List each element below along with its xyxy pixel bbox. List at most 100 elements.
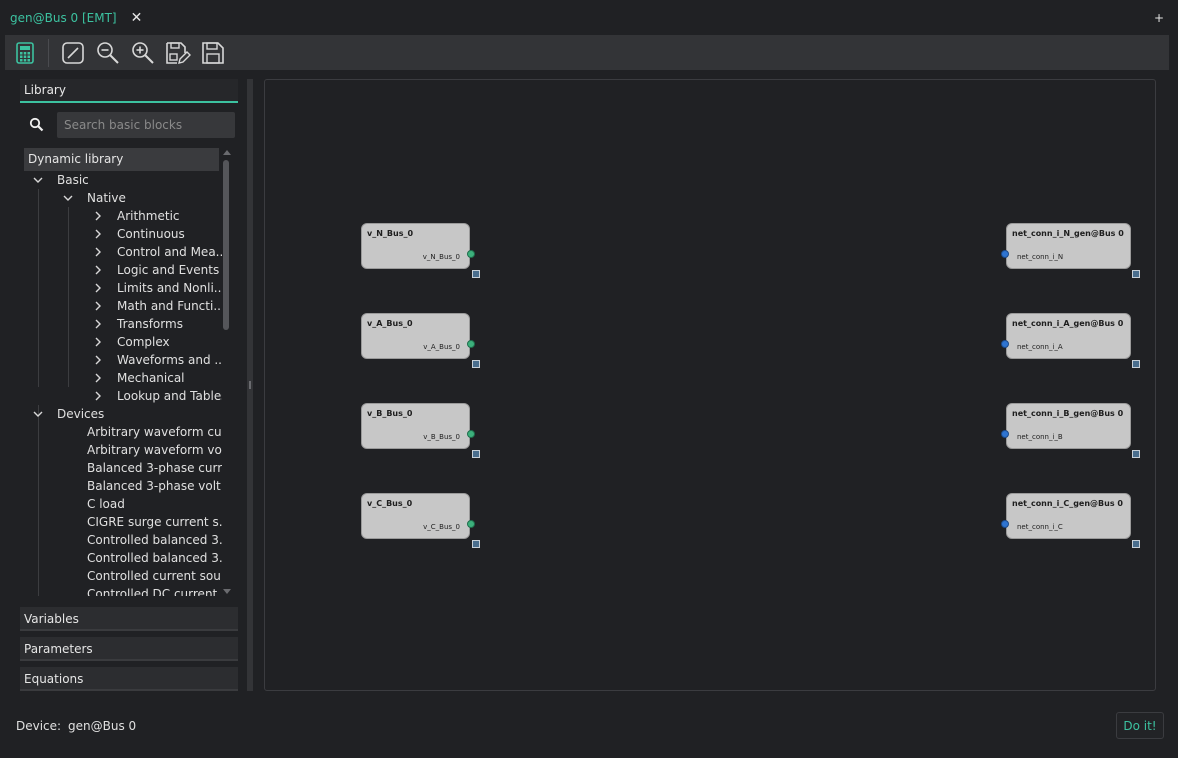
chevron-right-icon[interactable] — [92, 225, 104, 243]
tree-item-devices[interactable]: Devices — [24, 405, 222, 423]
chevron-right-icon[interactable] — [92, 297, 104, 315]
device-item[interactable]: CIGRE surge current s... — [24, 513, 222, 531]
chevron-right-icon[interactable] — [92, 369, 104, 387]
chevron-right-icon[interactable] — [92, 243, 104, 261]
tree-item-waveforms[interactable]: Waveforms and ... — [24, 351, 222, 369]
device-item[interactable]: Controlled current sou... — [24, 567, 222, 585]
tree-item-label: Basic — [57, 173, 89, 187]
block-v-b-bus-0[interactable]: v_B_Bus_0 v_B_Bus_0 — [361, 403, 480, 458]
tree-item-math-and-functions[interactable]: Math and Functi... — [24, 297, 222, 315]
add-tab-icon[interactable]: + — [1154, 11, 1164, 25]
tab-gen-bus-0[interactable]: gen@Bus 0 [EMT] ✕ — [0, 0, 152, 35]
library-header[interactable]: Library — [20, 79, 238, 103]
chevron-right-icon[interactable] — [92, 387, 104, 405]
parameters-section[interactable]: Parameters — [20, 637, 238, 661]
block-handle[interactable] — [1132, 540, 1140, 548]
block-net-conn-i-b[interactable]: net_conn_i_B_gen@Bus 0 net_conn_i_B — [1001, 403, 1140, 458]
chevron-right-icon[interactable] — [92, 351, 104, 369]
output-port[interactable] — [467, 430, 475, 438]
block-handle[interactable] — [472, 270, 480, 278]
output-port[interactable] — [467, 340, 475, 348]
device-item[interactable]: Balanced 3-phase curr... — [24, 459, 222, 477]
block-handle[interactable] — [1132, 360, 1140, 368]
scroll-up-icon[interactable] — [222, 148, 231, 157]
device-item-label: Controlled DC current ... — [87, 587, 222, 596]
chevron-right-icon[interactable] — [92, 207, 104, 225]
device-item[interactable]: Balanced 3-phase volt... — [24, 477, 222, 495]
tree-item-mechanical[interactable]: Mechanical — [24, 369, 222, 387]
toolbar-separator — [48, 38, 49, 67]
save-edit-icon[interactable] — [164, 39, 192, 67]
device-item[interactable]: Arbitrary waveform cu... — [24, 423, 222, 441]
edit-diagram-icon[interactable] — [59, 39, 87, 67]
tree-item-label: Mechanical — [117, 371, 185, 385]
device-item[interactable]: Arbitrary waveform vo... — [24, 441, 222, 459]
block-net-conn-i-a[interactable]: net_conn_i_A_gen@Bus 0 net_conn_i_A — [1001, 313, 1140, 368]
block-port-label: net_conn_i_B — [1017, 433, 1063, 441]
tab-close-icon[interactable]: ✕ — [131, 10, 143, 26]
diagram-canvas[interactable]: v_N_Bus_0 v_N_Bus_0 v_A_Bus_0 v_A_Bus_0 … — [264, 79, 1156, 691]
calculator-icon[interactable] — [11, 39, 39, 67]
chevron-down-icon[interactable] — [32, 405, 44, 423]
chevron-down-icon[interactable] — [62, 189, 74, 207]
input-port[interactable] — [1001, 520, 1009, 528]
save-icon[interactable] — [199, 39, 227, 67]
block-title: v_C_Bus_0 — [367, 499, 413, 508]
zoom-in-icon[interactable] — [129, 39, 157, 67]
block-title: net_conn_i_A_gen@Bus 0 — [1012, 319, 1124, 328]
block-port-label: v_N_Bus_0 — [422, 253, 460, 261]
block-handle[interactable] — [472, 360, 480, 368]
search-input[interactable] — [57, 112, 235, 138]
output-port[interactable] — [467, 250, 475, 258]
block-handle[interactable] — [472, 450, 480, 458]
tree-item-basic[interactable]: Basic — [24, 171, 222, 189]
input-port[interactable] — [1001, 340, 1009, 348]
do-it-button[interactable]: Do it! — [1116, 712, 1164, 739]
tree-scrollbar[interactable] — [222, 148, 231, 596]
chevron-right-icon[interactable] — [92, 279, 104, 297]
tree-item-label: Control and Mea... — [117, 245, 222, 259]
variables-section[interactable]: Variables — [20, 607, 238, 631]
tree-root-dynamic-library[interactable]: Dynamic library — [24, 148, 219, 171]
output-port[interactable] — [467, 520, 475, 528]
block-v-n-bus-0[interactable]: v_N_Bus_0 v_N_Bus_0 — [361, 223, 480, 278]
block-net-conn-i-c[interactable]: net_conn_i_C_gen@Bus 0 net_conn_i_C — [1001, 493, 1140, 548]
tree-item-transforms[interactable]: Transforms — [24, 315, 222, 333]
tree-item-complex[interactable]: Complex — [24, 333, 222, 351]
device-item[interactable]: Controlled balanced 3... — [24, 531, 222, 549]
tree-item-logic-and-events[interactable]: Logic and Events — [24, 261, 222, 279]
device-item[interactable]: C load — [24, 495, 222, 513]
chevron-down-icon[interactable] — [32, 171, 44, 189]
block-handle[interactable] — [1132, 270, 1140, 278]
block-handle[interactable] — [1132, 450, 1140, 458]
tree-item-control-and-measurement[interactable]: Control and Mea... — [24, 243, 222, 261]
block-v-a-bus-0[interactable]: v_A_Bus_0 v_A_Bus_0 — [361, 313, 480, 368]
block-v-c-bus-0[interactable]: v_C_Bus_0 v_C_Bus_0 — [361, 493, 480, 548]
splitter-grip[interactable] — [249, 381, 251, 389]
device-item[interactable]: Controlled balanced 3... — [24, 549, 222, 567]
tree-item-label: Devices — [57, 407, 105, 421]
chevron-right-icon[interactable] — [92, 333, 104, 351]
equations-section[interactable]: Equations — [20, 667, 238, 691]
block-title: v_B_Bus_0 — [367, 409, 413, 418]
chevron-right-icon[interactable] — [92, 315, 104, 333]
tree-item-native[interactable]: Native — [24, 189, 222, 207]
input-port[interactable] — [1001, 250, 1009, 258]
block-handle[interactable] — [472, 540, 480, 548]
device-item-label: C load — [87, 497, 125, 511]
tree-item-label: Transforms — [117, 317, 183, 331]
panel-splitter[interactable] — [247, 79, 253, 691]
block-net-conn-i-n[interactable]: net_conn_i_N_gen@Bus 0 net_conn_i_N — [1001, 223, 1140, 278]
block-port-label: v_A_Bus_0 — [423, 343, 460, 351]
input-port[interactable] — [1001, 430, 1009, 438]
tree-item-limits-and-nonlinear[interactable]: Limits and Nonli... — [24, 279, 222, 297]
scroll-thumb[interactable] — [223, 160, 229, 330]
tree-item-arithmetic[interactable]: Arithmetic — [24, 207, 222, 225]
tree-item-lookup-and-tables[interactable]: Lookup and Tables — [24, 387, 222, 405]
tree-item-continuous[interactable]: Continuous — [24, 225, 222, 243]
tab-title[interactable]: gen@Bus 0 [EMT] — [10, 11, 117, 25]
scroll-down-icon[interactable] — [222, 587, 231, 596]
device-item[interactable]: Controlled DC current ... — [24, 585, 222, 596]
chevron-right-icon[interactable] — [92, 261, 104, 279]
zoom-out-icon[interactable] — [94, 39, 122, 67]
